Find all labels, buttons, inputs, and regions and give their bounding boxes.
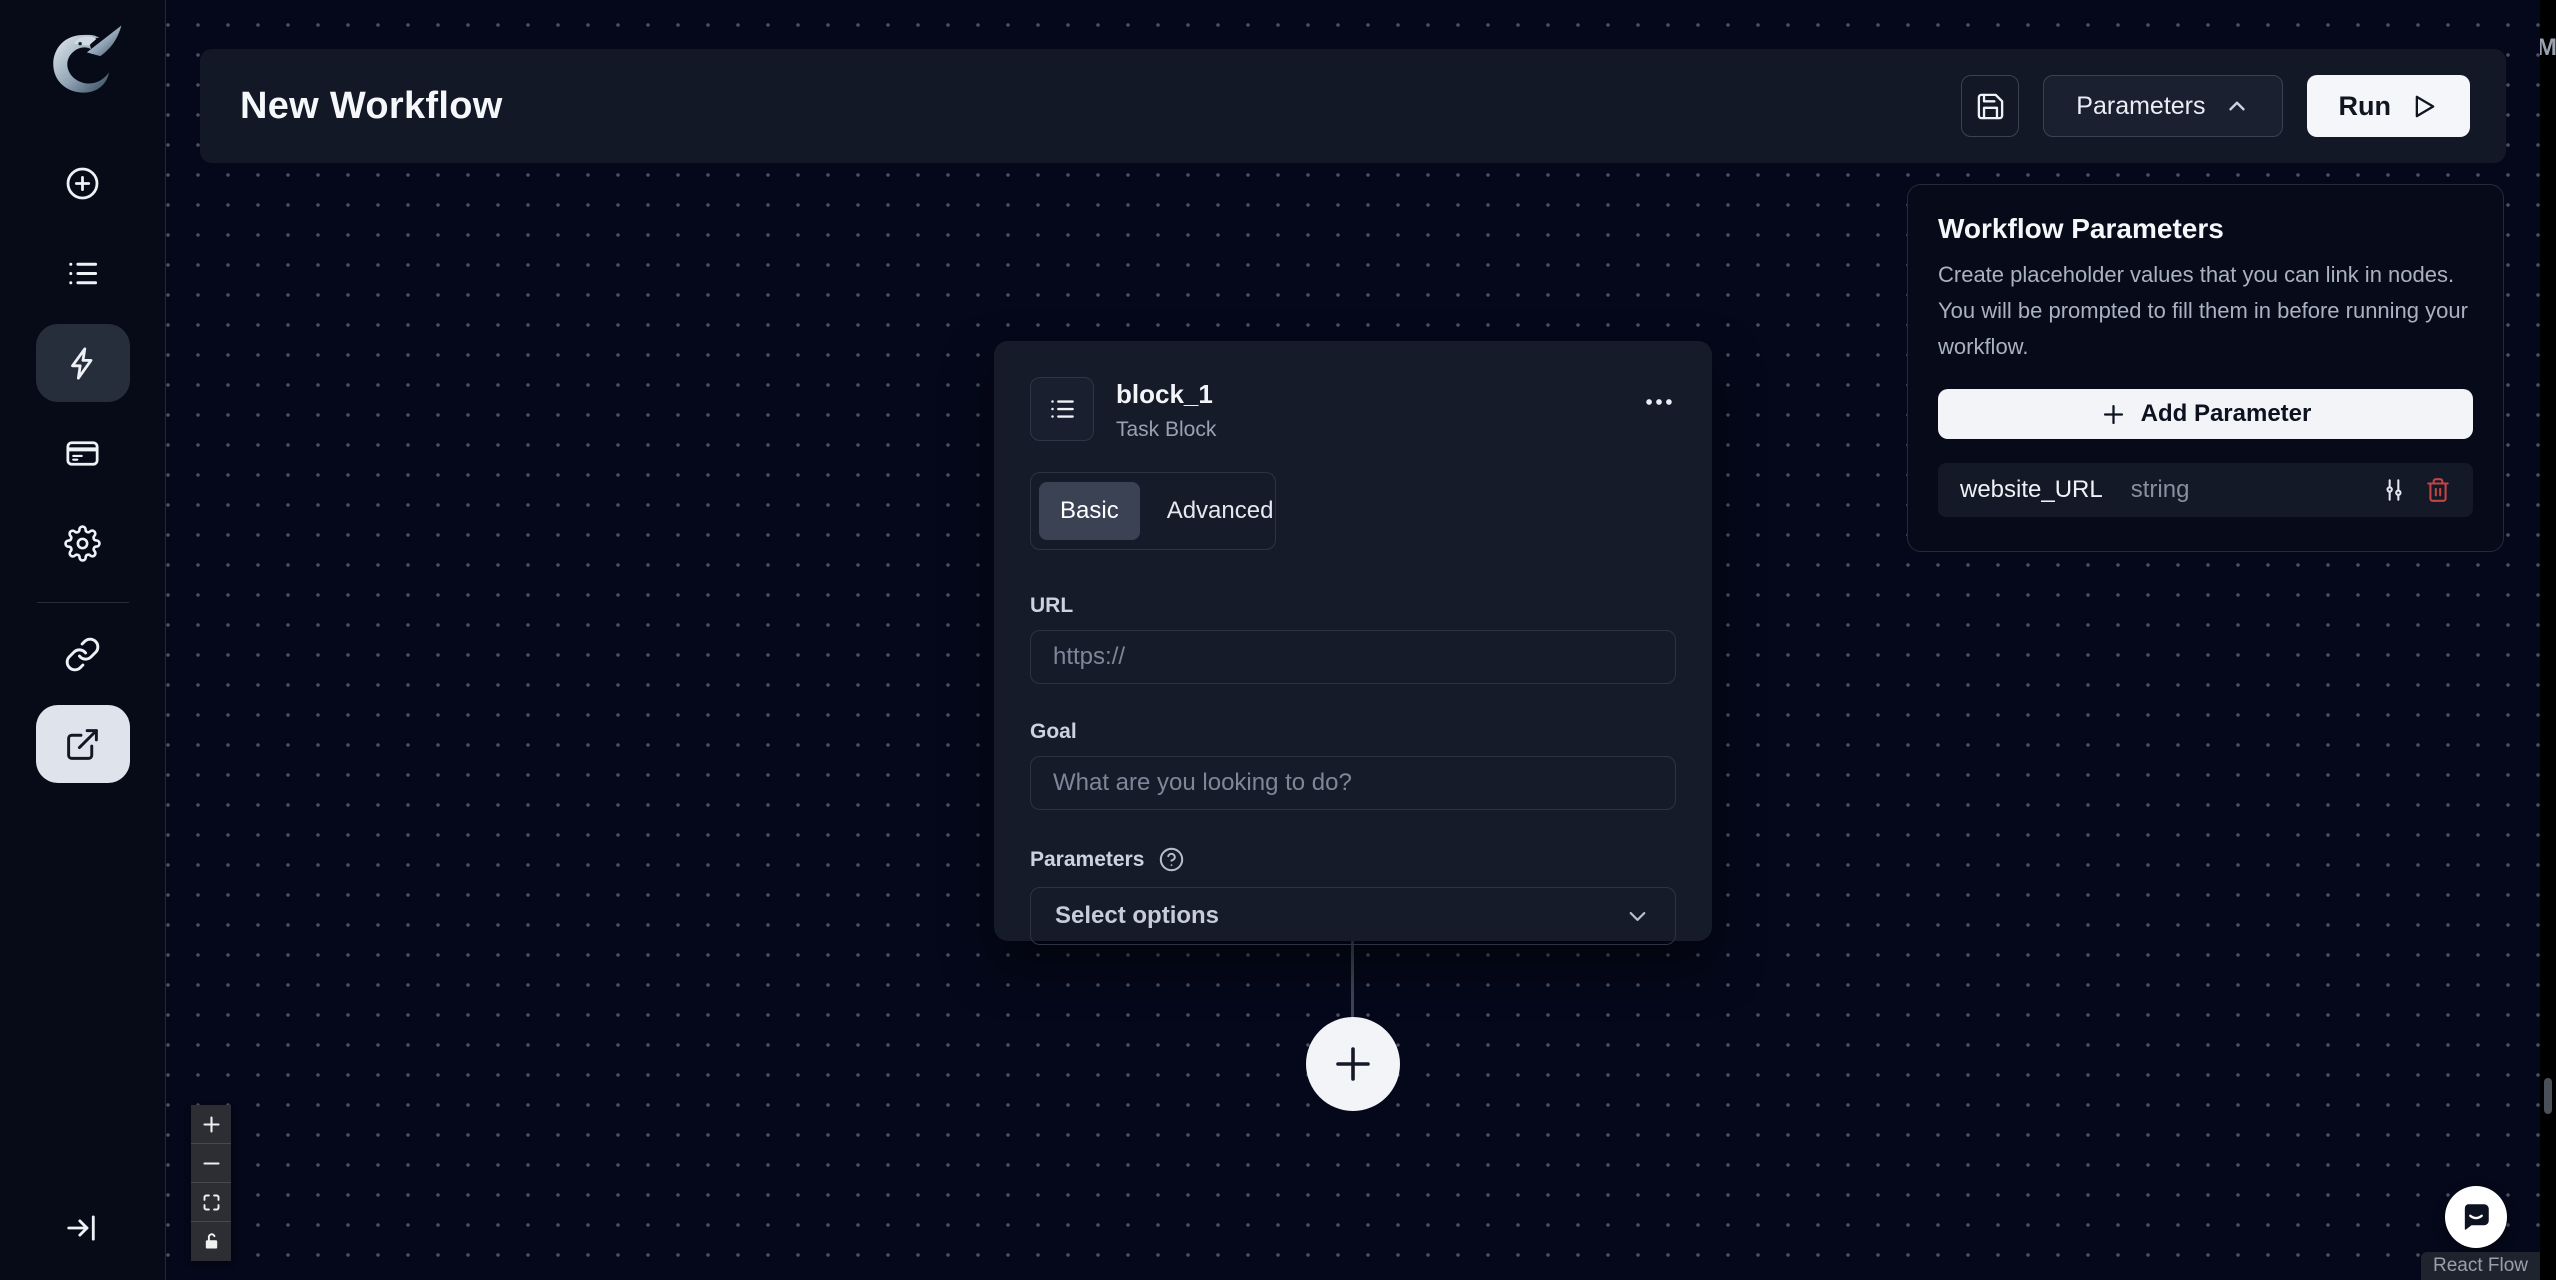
collapse-sidebar-icon (64, 1209, 102, 1247)
collapse-sidebar-button[interactable] (36, 1196, 130, 1260)
sidebar-nav (35, 144, 130, 795)
parameters-label-row: Parameters (1030, 846, 1676, 873)
workflow-header: New Workflow Parameters Run (200, 49, 2506, 163)
skyvern-dragon-logo[interactable] (35, 12, 131, 112)
block-title: block_1 (1116, 379, 1213, 409)
parameter-actions (2381, 477, 2451, 503)
block-mode-tabs: Basic Advanced (1030, 472, 1276, 550)
zoom-out-button[interactable] (191, 1144, 231, 1183)
add-parameter-button[interactable]: Add Parameter (1938, 389, 2473, 439)
task-block-titles: block_1 Task Block (1116, 377, 1216, 442)
chat-bubble-icon (2458, 1199, 2494, 1235)
plus-icon (1329, 1040, 1377, 1088)
task-list-icon (1047, 394, 1077, 424)
sidebar-divider (36, 602, 129, 603)
task-block-icon-box[interactable] (1030, 377, 1094, 441)
parameters-toggle-label: Parameters (2076, 91, 2206, 120)
sidebar-item-billing[interactable] (36, 414, 130, 492)
sidebar (0, 0, 166, 1280)
url-input[interactable] (1030, 630, 1676, 684)
sidebar-item-share[interactable] (35, 705, 130, 783)
zoom-in-icon (201, 1114, 222, 1135)
parameter-type: string (2130, 476, 2190, 503)
attribution-label: React Flow (2432, 1255, 2528, 1276)
sliders-icon[interactable] (2381, 477, 2407, 503)
goal-input[interactable] (1030, 756, 1676, 810)
react-flow-attribution[interactable]: React Flow (2420, 1252, 2540, 1280)
add-node-button[interactable] (1306, 1017, 1400, 1111)
url-label: URL (1030, 594, 1074, 617)
sidebar-item-workflows[interactable] (35, 324, 130, 402)
parameters-select[interactable]: Select options (1030, 887, 1676, 945)
header-actions: Parameters Run (1961, 75, 2470, 137)
sidebar-item-tasks[interactable] (36, 234, 130, 312)
unlock-icon (201, 1231, 222, 1252)
parameter-name: website_URL (1960, 476, 2103, 503)
goal-label: Goal (1030, 720, 1077, 743)
list-icon (64, 255, 101, 292)
node-edge-connector (1351, 941, 1354, 1019)
block-menu-button[interactable] (1642, 385, 1676, 419)
scrollbar-thumb[interactable] (2544, 1078, 2552, 1114)
plus-icon (2100, 401, 2127, 428)
panel-description: Create placeholder values that you can l… (1938, 262, 2468, 359)
ellipsis-icon (1642, 385, 1676, 419)
save-button[interactable] (1961, 75, 2020, 137)
messenger-launcher[interactable] (2445, 1186, 2507, 1248)
tab-basic[interactable]: Basic (1039, 482, 1140, 540)
fit-view-button[interactable] (191, 1183, 231, 1222)
tab-advanced[interactable]: Advanced (1146, 482, 1295, 540)
help-circle-icon[interactable] (1158, 846, 1185, 873)
credit-card-icon (64, 435, 101, 472)
play-icon (2409, 92, 2438, 121)
parameter-row: website_URL string (1938, 463, 2473, 517)
right-edge-strip: M (2540, 0, 2556, 1280)
clipped-edge-text: M (2540, 34, 2556, 61)
task-block-header: block_1 Task Block (1030, 377, 1676, 442)
parameters-toggle-button[interactable]: Parameters (2043, 75, 2283, 137)
page-title: New Workflow (240, 84, 503, 127)
task-block-node[interactable]: block_1 Task Block Basic Advanced URL Go… (994, 341, 1712, 945)
panel-title: Workflow Parameters (1938, 213, 2224, 244)
sidebar-item-settings[interactable] (36, 504, 130, 582)
canvas-controls (191, 1105, 231, 1261)
lock-button[interactable] (191, 1222, 231, 1261)
sidebar-item-integrations[interactable] (36, 615, 130, 693)
parameters-label: Parameters (1030, 847, 1145, 871)
run-label: Run (2338, 90, 2391, 121)
block-subtitle: Task Block (1116, 418, 1217, 441)
gear-icon (64, 524, 101, 562)
run-button[interactable]: Run (2306, 75, 2470, 137)
parameters-select-value: Select options (1055, 902, 1220, 929)
url-field-group: URL (1030, 594, 1676, 684)
external-link-icon (64, 726, 101, 763)
zoom-out-icon (201, 1153, 222, 1174)
parameters-field-group: Parameters Select options (1030, 846, 1676, 945)
workflow-parameters-panel: Workflow Parameters Create placeholder v… (1907, 184, 2504, 552)
trash-icon[interactable] (2425, 477, 2451, 503)
lightning-icon (64, 345, 101, 382)
sidebar-item-create[interactable] (36, 144, 130, 222)
add-parameter-label: Add Parameter (2140, 400, 2312, 427)
plus-circle-icon (64, 165, 101, 202)
fit-view-icon (201, 1192, 222, 1213)
save-icon (1975, 91, 2006, 122)
chevron-up-icon (2224, 93, 2250, 119)
chevron-down-icon (1624, 903, 1651, 930)
link-icon (64, 636, 101, 673)
goal-field-group: Goal (1030, 720, 1676, 810)
zoom-in-button[interactable] (191, 1105, 231, 1144)
